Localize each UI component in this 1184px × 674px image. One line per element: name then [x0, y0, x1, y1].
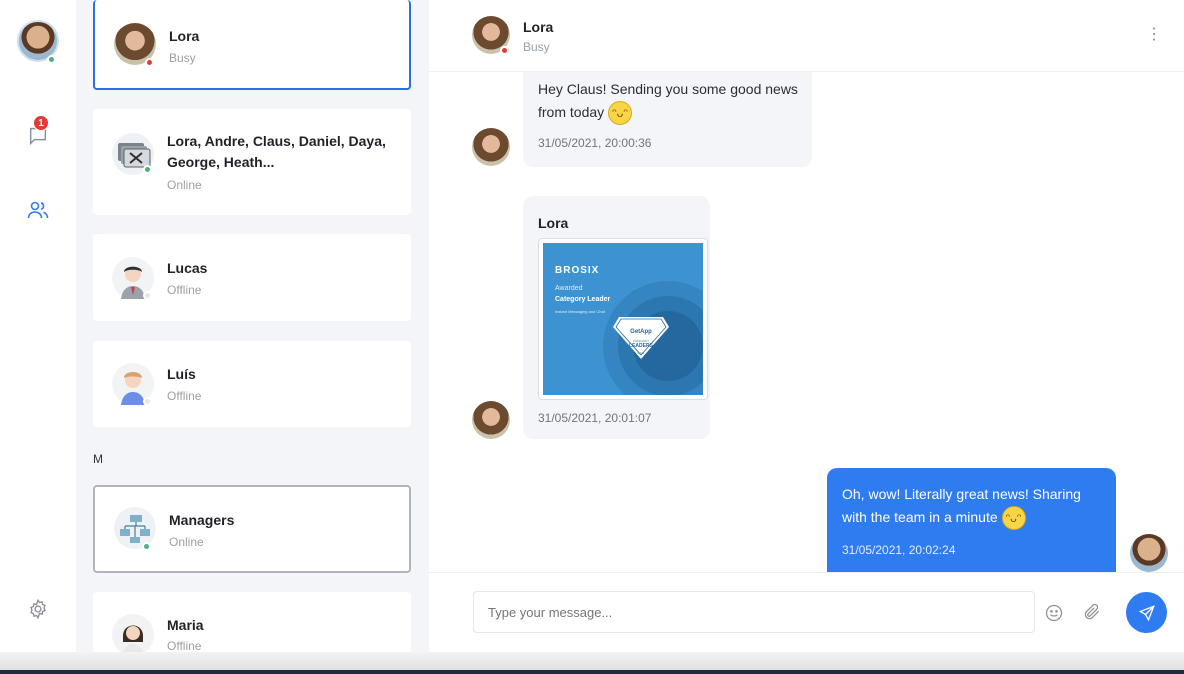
message-time: 31/05/2021, 20:01:07	[538, 411, 652, 425]
contacts-icon[interactable]	[26, 198, 50, 222]
contact-card-maria[interactable]: Maria Offline	[93, 592, 411, 652]
award-image[interactable]: BROSIX Awarded Category Leader Instant M…	[538, 238, 708, 400]
left-rail: 1	[0, 0, 76, 652]
contacts-list: Lora Busy Lora, Andre, Claus, Daniel, Da…	[76, 0, 429, 652]
contact-name: Lora	[169, 28, 200, 44]
message-bubble-incoming: Hey Claus! Sending you some good news fr…	[523, 72, 812, 167]
contact-name: Lucas	[167, 260, 208, 276]
chat-panel: Lora Busy ⋮ Hey Claus! Sending you some …	[429, 0, 1184, 652]
sender-avatar	[472, 128, 510, 166]
chat-header-name: Lora	[523, 19, 554, 35]
more-options-icon[interactable]: ⋮	[1146, 26, 1162, 44]
contact-status: Offline	[167, 283, 202, 297]
message-bubble-outgoing: Oh, wow! Literally great news! Sharing w…	[827, 468, 1116, 572]
chat-header-status: Busy	[523, 40, 550, 54]
busy-status-dot	[500, 46, 509, 55]
offline-status-dot	[143, 291, 152, 300]
busy-status-dot	[145, 58, 154, 67]
section-letter: M	[93, 452, 103, 466]
contact-name: Luís	[167, 366, 196, 382]
settings-gear-icon[interactable]	[26, 597, 50, 621]
sender-avatar	[472, 401, 510, 439]
message-time: 31/05/2021, 20:00:36	[538, 136, 652, 150]
badge-year: 2021	[637, 351, 645, 355]
contact-name: Managers	[169, 512, 235, 528]
contact-name: Maria	[167, 617, 204, 633]
message-text-wrap: Oh, wow! Literally great news! Sharing w…	[842, 483, 1107, 531]
contact-name: Lora, Andre, Claus, Daniel, Daya, George…	[167, 133, 386, 170]
message-text: Oh, wow! Literally great news! Sharing w…	[842, 486, 1081, 525]
contact-status: Offline	[167, 639, 202, 652]
poster-line3: Instant Messaging and Chat	[555, 309, 605, 314]
offline-status-dot	[143, 397, 152, 406]
grin-emoji-icon: ᵔᴗᵔ	[1001, 506, 1026, 531]
chat-header: Lora Busy ⋮	[429, 0, 1184, 72]
contact-status: Busy	[169, 51, 196, 65]
unread-badge: 1	[33, 115, 49, 131]
contact-card-group[interactable]: Lora, Andre, Claus, Daniel, Daya, George…	[93, 109, 411, 215]
message-time: 31/05/2021, 20:02:24	[842, 543, 956, 557]
online-status-dot	[143, 165, 152, 174]
contact-status: Offline	[167, 389, 202, 403]
window-bottom-edge	[0, 670, 1184, 674]
message-bubble-image: Lora BROSIX Awarded Category Leader Inst…	[523, 196, 710, 439]
message-text-wrap: Hey Claus! Sending you some good news fr…	[538, 78, 798, 126]
contact-status: Online	[169, 535, 204, 549]
award-image-content: BROSIX Awarded Category Leader Instant M…	[543, 243, 703, 395]
getapp-badge: GetApp CATEGORY LEADERS 2021	[613, 313, 669, 361]
message-input[interactable]	[473, 591, 1035, 633]
send-button[interactable]	[1126, 592, 1167, 633]
emoji-picker-icon[interactable]	[1044, 603, 1064, 628]
send-icon	[1138, 604, 1155, 621]
paperclip-icon[interactable]	[1082, 602, 1102, 627]
my-status-dot	[47, 55, 56, 64]
message-composer	[429, 572, 1184, 652]
contact-avatar	[112, 614, 154, 652]
grin-emoji-icon: ᵔᴗᵔ	[608, 101, 633, 126]
online-status-dot	[142, 542, 151, 551]
contact-status: Online	[167, 178, 202, 192]
my-message-avatar	[1130, 534, 1168, 572]
app: 1 Lora Busy Lora, Andre, Claus, Daniel, …	[0, 0, 1184, 674]
contact-card-lora[interactable]: Lora Busy	[93, 0, 411, 90]
message-sender: Lora	[538, 215, 569, 231]
contact-card-luis[interactable]: Luís Offline	[93, 341, 411, 427]
message-text: Hey Claus! Sending you some good news fr…	[538, 81, 798, 120]
contact-card-lucas[interactable]: Lucas Offline	[93, 234, 411, 321]
contact-card-managers[interactable]: Managers Online	[93, 485, 411, 573]
